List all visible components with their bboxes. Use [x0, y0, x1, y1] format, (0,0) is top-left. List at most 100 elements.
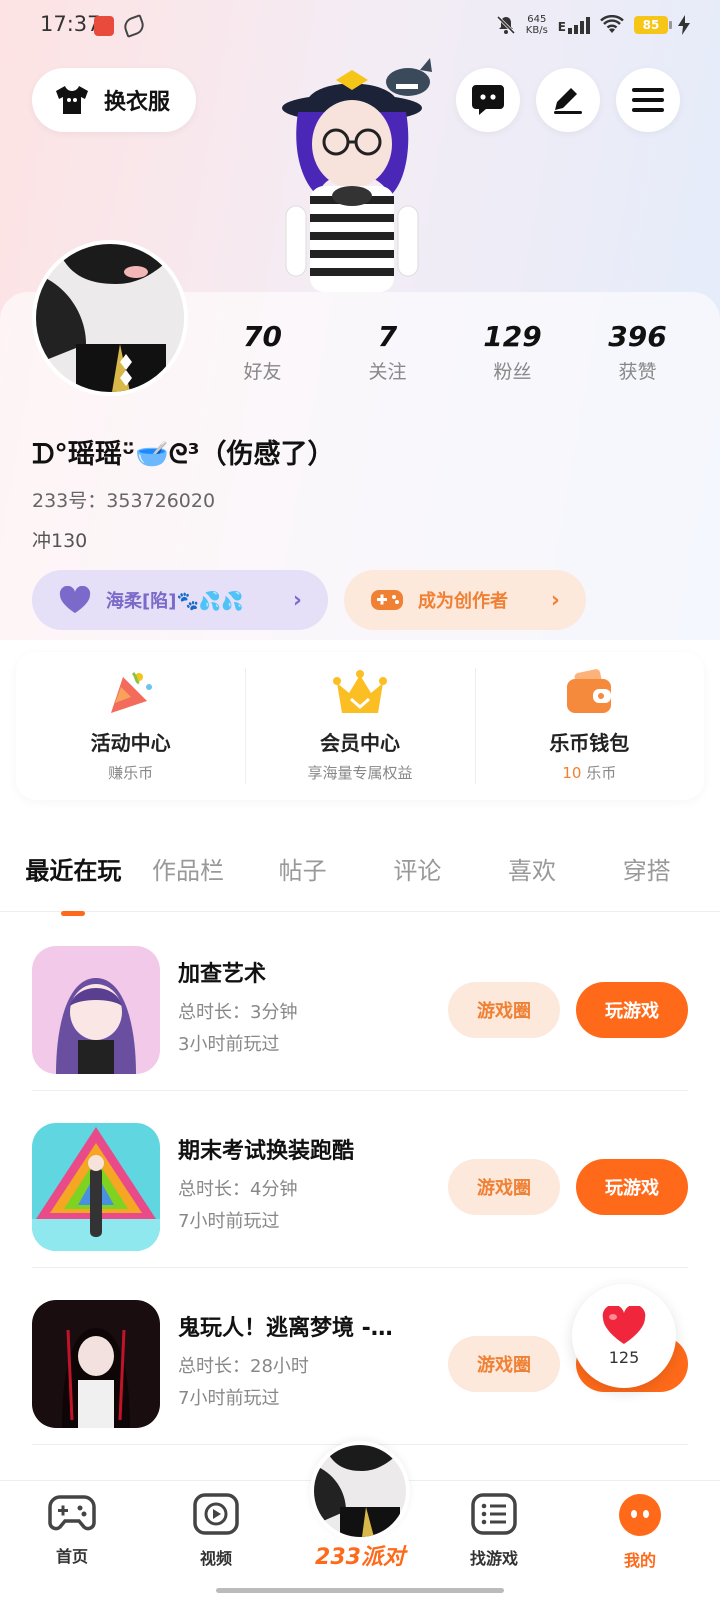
tab-recently-played[interactable]: 最近在玩	[16, 851, 131, 916]
tab-works[interactable]: 作品栏	[131, 851, 246, 886]
activity-center[interactable]: 活动中心 赚乐币	[16, 652, 245, 800]
coin-wallet[interactable]: 乐币钱包 10 乐币	[474, 652, 704, 800]
wallet-icon	[567, 669, 612, 713]
gamepad-icon	[48, 1495, 96, 1531]
feature-card: 活动中心 赚乐币 会员中心 享海量专属权益 乐币钱包 10 乐币	[16, 652, 704, 800]
net-speed-unit: KB/s	[525, 25, 548, 36]
game-thumbnail	[32, 1123, 160, 1251]
feature-title: 乐币钱包	[549, 731, 630, 755]
creator-label: 成为创作者	[418, 591, 508, 612]
play-game-button[interactable]: 玩游戏	[576, 982, 688, 1038]
bio: 冲130	[32, 530, 88, 552]
status-bar: 17:37 645 KB/s E 85	[0, 0, 720, 56]
change-outfit-label: 换衣服	[104, 90, 171, 115]
game-duration: 总时长：28小时	[178, 1356, 309, 1377]
status-icons: 645 KB/s E 85	[496, 14, 690, 36]
profile-stats: 70 好友 7 关注 129 粉丝 396 获赞	[200, 320, 700, 384]
nav-find-games[interactable]: 找游戏	[444, 1493, 544, 1569]
coin-count: 10	[562, 764, 582, 782]
party-popper-icon	[110, 671, 152, 713]
stat-fans[interactable]: 129 粉丝	[450, 320, 575, 384]
nav-video[interactable]: 视频	[166, 1493, 266, 1569]
list-icon	[471, 1493, 517, 1535]
stat-label: 好友	[243, 361, 282, 383]
game-duration: 总时长：4分钟	[178, 1179, 298, 1200]
user-id[interactable]: 233号：353726020	[32, 486, 215, 513]
avatar-character-image[interactable]	[270, 56, 460, 292]
app-notification-icon	[94, 16, 114, 36]
home-indicator[interactable]	[216, 1588, 504, 1593]
party-avatar-button[interactable]	[310, 1441, 410, 1541]
game-circle-button[interactable]: 游戏圈	[448, 1336, 560, 1392]
stat-label: 关注	[368, 361, 407, 383]
heart-icon	[59, 586, 91, 613]
shirt-icon	[56, 86, 88, 114]
feature-subtitle: 10 乐币	[562, 762, 616, 783]
status-time: 17:37	[40, 12, 101, 36]
mute-bell-icon	[496, 15, 515, 35]
tab-posts[interactable]: 帖子	[245, 851, 360, 886]
guild-button[interactable]: 海柔[陷]🐾💦💦 ›	[32, 570, 328, 630]
message-button[interactable]	[456, 68, 520, 132]
pencil-icon	[554, 88, 582, 114]
nickname: ᗪ°瑶瑶ᵕ̈🥣ᘓ³（伤感了）	[32, 439, 335, 470]
nav-mine[interactable]: 我的	[590, 1493, 690, 1571]
feature-title: 活动中心	[90, 731, 171, 755]
stat-number: 129	[483, 320, 542, 353]
game-circle-button[interactable]: 游戏圈	[448, 982, 560, 1038]
nav-label: 找游戏	[469, 1549, 518, 1568]
leaf-icon	[121, 14, 147, 38]
game-last-played: 7小时前玩过	[178, 1388, 280, 1409]
tab-comments[interactable]: 评论	[360, 851, 475, 886]
change-outfit-button[interactable]: 换衣服	[32, 68, 196, 132]
gamepad-icon	[371, 590, 403, 610]
menu-button[interactable]	[616, 68, 680, 132]
nav-label: 视频	[199, 1549, 232, 1568]
stat-number: 396	[608, 320, 667, 353]
play-game-button[interactable]: 玩游戏	[576, 1159, 688, 1215]
heart-icon	[602, 1305, 646, 1344]
stat-following[interactable]: 7 关注	[325, 320, 450, 384]
tab-likes[interactable]: 喜欢	[475, 851, 590, 886]
game-name: 加查艺术	[178, 962, 267, 987]
game-name: 期末考试换装跑酷	[178, 1139, 355, 1164]
floating-like-button[interactable]: 125	[572, 1284, 676, 1388]
feature-subtitle: 享海量专属权益	[307, 764, 413, 782]
crown-icon	[332, 670, 387, 713]
guild-label: 海柔[陷]🐾💦💦	[106, 591, 244, 612]
game-item[interactable]: 加查艺术 总时长：3分钟 3小时前玩过 游戏圈 玩游戏	[32, 914, 688, 1091]
game-last-played: 3小时前玩过	[178, 1034, 280, 1055]
stat-friends[interactable]: 70 好友	[200, 320, 325, 384]
bottom-nav: 首页 视频 233派对 找游戏 我的	[0, 1441, 720, 1600]
vip-center[interactable]: 会员中心 享海量专属权益	[245, 652, 474, 800]
content-tabs: 最近在玩 作品栏 帖子 评论 喜欢 穿搭	[0, 824, 720, 916]
chevron-right-icon: ›	[550, 587, 560, 613]
game-name: 鬼玩人！逃离梦境 -…	[178, 1316, 393, 1341]
wifi-icon	[600, 15, 624, 33]
tab-outfits[interactable]: 穿搭	[589, 851, 704, 886]
profile-avatar[interactable]	[32, 240, 188, 396]
network-type: E	[557, 20, 566, 34]
stat-number: 70	[243, 320, 282, 353]
hamburger-menu-icon	[632, 88, 664, 112]
coin-unit: 乐币	[586, 764, 617, 782]
edit-profile-button[interactable]	[536, 68, 600, 132]
nav-home[interactable]: 首页	[22, 1493, 122, 1567]
like-count: 125	[608, 1347, 640, 1367]
party-avatar-image	[314, 1445, 406, 1537]
signal-icon	[568, 16, 590, 34]
net-speed-value: 645	[527, 14, 547, 25]
play-video-icon	[193, 1493, 239, 1535]
become-creator-button[interactable]: 成为创作者 ›	[344, 570, 586, 630]
game-circle-button[interactable]: 游戏圈	[448, 1159, 560, 1215]
game-last-played: 7小时前玩过	[178, 1211, 280, 1232]
feature-subtitle: 赚乐币	[108, 764, 154, 782]
chat-bubble-icon	[472, 85, 504, 115]
game-duration: 总时长：3分钟	[178, 1002, 298, 1023]
stat-likes[interactable]: 396 获赞	[575, 320, 700, 384]
stat-label: 粉丝	[493, 361, 532, 383]
charging-icon	[678, 15, 690, 35]
game-item[interactable]: 期末考试换装跑酷 总时长：4分钟 7小时前玩过 游戏圈 玩游戏	[32, 1091, 688, 1268]
signal-group: E	[558, 16, 590, 34]
battery-icon: 85	[634, 16, 672, 34]
